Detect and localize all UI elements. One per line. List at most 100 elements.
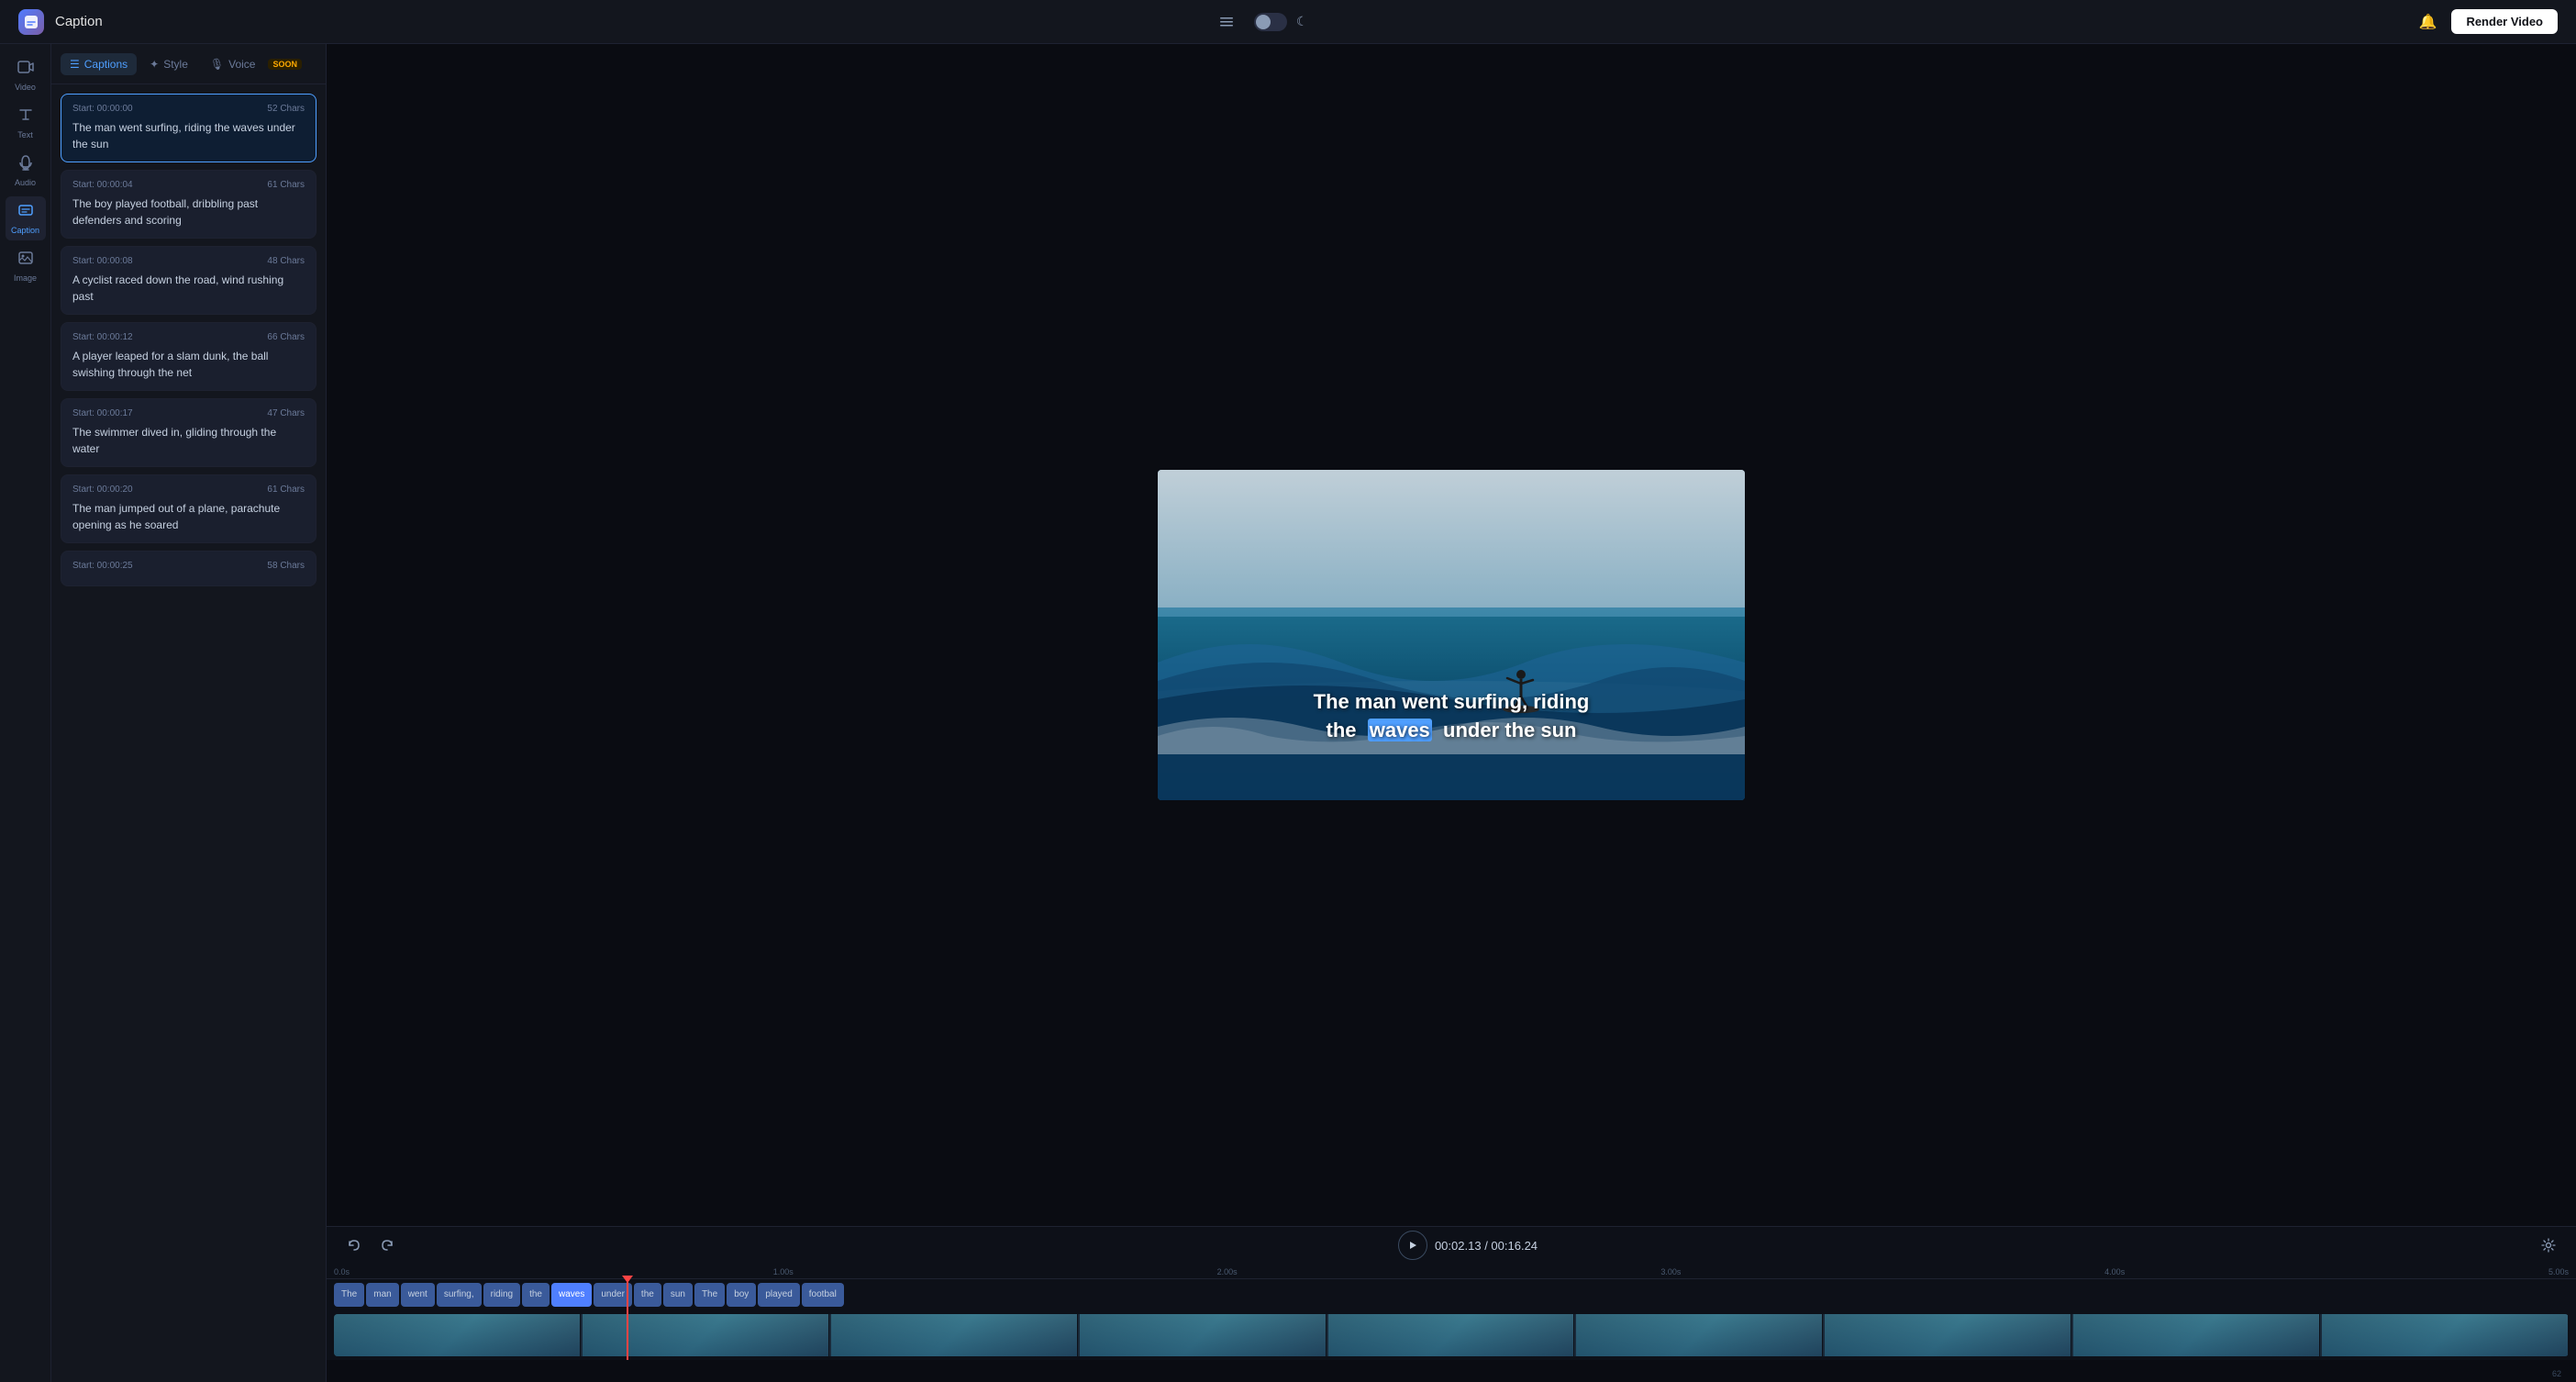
theme-toggle[interactable]: ☾: [1254, 13, 1308, 31]
caption-card-5[interactable]: Start: 00:00:17 47 Chars The swimmer div…: [61, 398, 316, 467]
caption-card-1[interactable]: Start: 00:00:00 52 Chars The man went su…: [61, 94, 316, 162]
caption-card-5-start: Start: 00:00:17: [72, 408, 133, 418]
caption-panel: ☰ Captions ✦ Style 🎙 Voice SOON Start: 0…: [51, 44, 327, 1382]
caption-highlight-word: waves: [1368, 719, 1432, 741]
time-display: 00:02.13 / 00:16.24: [1435, 1239, 1538, 1253]
image-icon: [17, 250, 34, 271]
caption-card-5-chars: 47 Chars: [267, 408, 305, 418]
caption-chip-sun[interactable]: sun: [663, 1283, 693, 1307]
app-logo: [18, 9, 44, 35]
caption-card-6-start: Start: 00:00:20: [72, 485, 133, 495]
sidebar-caption-label: Caption: [11, 226, 39, 235]
caption-chip-footbal[interactable]: footbal: [802, 1283, 844, 1307]
caption-card-7[interactable]: Start: 00:00:25 58 Chars: [61, 551, 316, 586]
ruler-mark-1: 1.00s: [773, 1267, 794, 1276]
video-caption: The man went surfing, riding the waves u…: [1158, 688, 1745, 745]
caption-chip-the2[interactable]: the: [522, 1283, 550, 1307]
caption-card-1-header: Start: 00:00:00 52 Chars: [72, 104, 305, 114]
caption-chip-played[interactable]: played: [758, 1283, 799, 1307]
caption-card-4-header: Start: 00:00:12 66 Chars: [72, 332, 305, 342]
caption-chip-boy[interactable]: boy: [727, 1283, 756, 1307]
render-video-button[interactable]: Render Video: [2451, 9, 2558, 34]
sidebar-item-image[interactable]: Image: [6, 244, 46, 288]
video-thumb-7: [1825, 1314, 2071, 1356]
caption-card-4-start: Start: 00:00:12: [72, 332, 133, 342]
video-thumb-6: [1576, 1314, 1823, 1356]
caption-the: the: [1327, 719, 1357, 741]
ruler-mark-2: 2.00s: [1217, 1267, 1238, 1276]
caption-list: Start: 00:00:00 52 Chars The man went su…: [51, 84, 326, 1382]
captions-tab-icon: ☰: [70, 58, 80, 71]
video-frame: The man went surfing, riding the waves u…: [1158, 470, 1745, 800]
caption-card-3-header: Start: 00:00:08 48 Chars: [72, 256, 305, 266]
timeline-left-controls: [341, 1232, 400, 1258]
icon-sidebar: Video Text Audio: [0, 44, 51, 1382]
tab-style[interactable]: ✦ Style: [140, 53, 197, 75]
caption-card-4[interactable]: Start: 00:00:12 66 Chars A player leaped…: [61, 322, 316, 391]
video-thumb-2: [583, 1314, 829, 1356]
topbar: Caption ☾ 🔔 Render Video: [0, 0, 2576, 44]
soon-badge: SOON: [268, 59, 302, 70]
caption-card-3-chars: 48 Chars: [267, 256, 305, 266]
sidebar-item-text[interactable]: Text: [6, 101, 46, 145]
caption-card-2-start: Start: 00:00:04: [72, 180, 133, 190]
sidebar-audio-label: Audio: [15, 178, 36, 187]
topbar-right: 🔔 Render Video: [2419, 9, 2558, 34]
timeline-area: 00:02.13 / 00:16.24: [327, 1226, 2576, 1382]
ruler-mark-3: 3.00s: [1660, 1267, 1681, 1276]
video-thumb-9: [2322, 1314, 2569, 1356]
video-thumb-5: [1328, 1314, 1575, 1356]
caption-card-3[interactable]: Start: 00:00:08 48 Chars A cyclist raced…: [61, 246, 316, 315]
caption-chip-the4[interactable]: The: [694, 1283, 725, 1307]
caption-card-6-chars: 61 Chars: [267, 485, 305, 495]
caption-chip-man[interactable]: man: [366, 1283, 398, 1307]
caption-track: The man went surfing, riding the waves u…: [334, 1279, 2569, 1310]
caption-chip-went[interactable]: went: [401, 1283, 435, 1307]
notification-bell-icon[interactable]: 🔔: [2419, 13, 2437, 31]
timeline-settings-button[interactable]: [2536, 1232, 2561, 1258]
caption-line2: the waves under the sun: [1176, 717, 1727, 745]
undo-button[interactable]: [341, 1232, 367, 1258]
total-time: 00:16.24: [1491, 1239, 1538, 1253]
tab-captions[interactable]: ☰ Captions: [61, 53, 137, 75]
caption-card-3-text: A cyclist raced down the road, wind rush…: [72, 272, 305, 305]
caption-card-6[interactable]: Start: 00:00:20 61 Chars The man jumped …: [61, 474, 316, 543]
sidebar-item-audio[interactable]: Audio: [6, 149, 46, 193]
play-button[interactable]: [1398, 1231, 1427, 1260]
caption-chip-the3[interactable]: the: [634, 1283, 661, 1307]
tracks-container: The man went surfing, riding the waves u…: [327, 1279, 2576, 1360]
panel-tabs: ☰ Captions ✦ Style 🎙 Voice SOON: [51, 44, 326, 84]
caption-icon: [17, 202, 34, 223]
caption-chip-the[interactable]: The: [334, 1283, 364, 1307]
main-layout: Video Text Audio: [0, 44, 2576, 1382]
video-thumb-3: [831, 1314, 1078, 1356]
caption-rest: under the sun: [1443, 719, 1576, 741]
sky-overlay: [1158, 470, 1745, 607]
sidebar-item-caption[interactable]: Caption: [6, 196, 46, 240]
caption-chip-surfing[interactable]: surfing,: [437, 1283, 482, 1307]
audio-icon: [17, 154, 34, 175]
timeline-right-controls: [2536, 1232, 2561, 1258]
sidebar-toggle-button[interactable]: [1214, 9, 1239, 35]
video-area: The man went surfing, riding the waves u…: [327, 44, 2576, 1226]
style-tab-label: Style: [163, 58, 188, 71]
caption-card-4-chars: 66 Chars: [267, 332, 305, 342]
caption-chip-waves[interactable]: waves: [551, 1283, 592, 1307]
sidebar-video-label: Video: [15, 83, 36, 92]
caption-card-2-header: Start: 00:00:04 61 Chars: [72, 180, 305, 190]
caption-chip-riding[interactable]: riding: [483, 1283, 520, 1307]
timeline-ruler: 0.0s 1.00s 2.00s 3.00s 4.00s 5.00s: [327, 1264, 2576, 1279]
caption-card-6-header: Start: 00:00:20 61 Chars: [72, 485, 305, 495]
video-thumb-8: [2073, 1314, 2320, 1356]
caption-card-1-start: Start: 00:00:00: [72, 104, 133, 114]
voice-tab-icon: 🎙: [210, 58, 224, 71]
current-time: 00:02.13: [1435, 1239, 1482, 1253]
tab-voice[interactable]: 🎙 Voice: [201, 53, 265, 75]
caption-track-inner: The man went surfing, riding the waves u…: [334, 1279, 2569, 1310]
toggle-switch[interactable]: [1254, 13, 1287, 31]
caption-card-3-start: Start: 00:00:08: [72, 256, 133, 266]
captions-tab-label: Captions: [84, 58, 128, 71]
sidebar-item-video[interactable]: Video: [6, 53, 46, 97]
caption-card-2[interactable]: Start: 00:00:04 61 Chars The boy played …: [61, 170, 316, 239]
redo-button[interactable]: [374, 1232, 400, 1258]
